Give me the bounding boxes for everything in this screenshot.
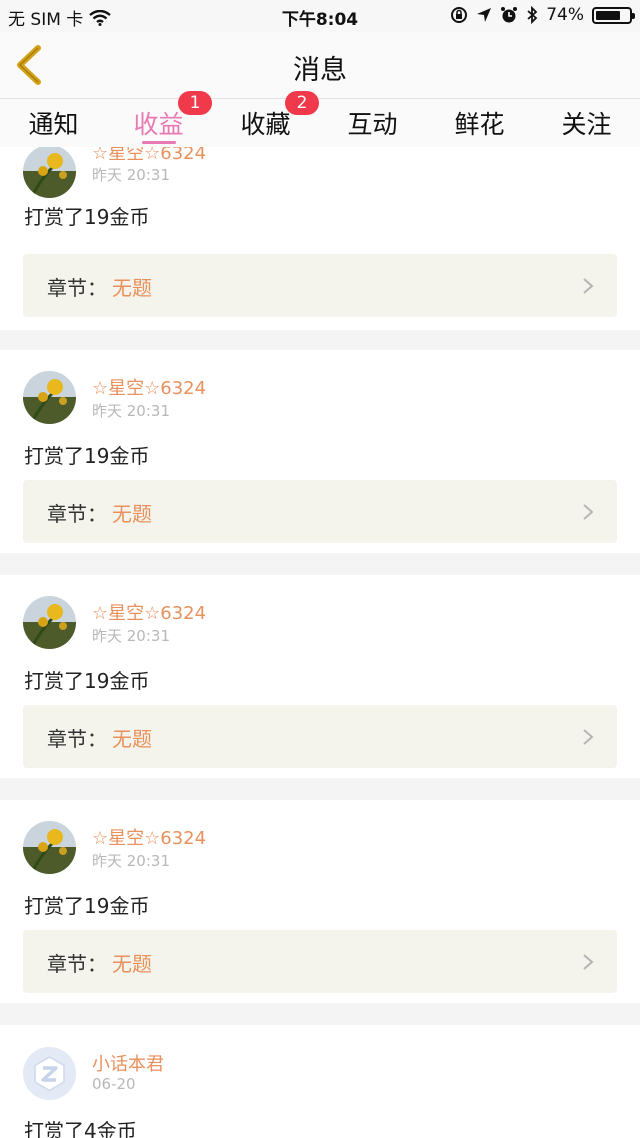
username[interactable]: ☆星空☆6324 bbox=[92, 374, 206, 400]
chevron-right-icon bbox=[583, 278, 594, 294]
flower-avatar-icon bbox=[23, 821, 76, 874]
tab-notifications[interactable]: 通知 bbox=[0, 99, 107, 147]
chapter-title: 无题 bbox=[112, 276, 152, 300]
chapter-title: 无题 bbox=[112, 727, 152, 751]
timestamp: 昨天 20:31 bbox=[92, 402, 170, 420]
unread-badge: 2 bbox=[285, 91, 319, 115]
chapter-link[interactable]: 章节： 无题 bbox=[23, 480, 617, 543]
avatar[interactable] bbox=[23, 147, 76, 198]
unread-badge: 1 bbox=[178, 91, 212, 115]
avatar[interactable] bbox=[23, 1047, 76, 1100]
flower-avatar-icon bbox=[23, 596, 76, 649]
tab-label: 互动 bbox=[347, 110, 398, 139]
message-card: ☆星空☆6324 昨天 20:31 打赏了19金币 章节： 无题 bbox=[0, 800, 640, 1003]
username[interactable]: ☆星空☆6324 bbox=[92, 599, 206, 625]
orientation-lock-icon bbox=[451, 7, 468, 23]
message-text: 打赏了4金币 bbox=[24, 1119, 137, 1138]
timestamp: 昨天 20:31 bbox=[92, 627, 170, 645]
chapter-link[interactable]: 章节： 无题 bbox=[23, 930, 617, 993]
message-text: 打赏了19金币 bbox=[24, 669, 150, 693]
page-title: 消息 bbox=[293, 55, 347, 86]
message-card: ☆星空☆6324 昨天 20:31 打赏了19金币 章节： 无题 bbox=[0, 350, 640, 553]
username[interactable]: 小话本君 bbox=[92, 1050, 164, 1076]
nav-bar: 消息 bbox=[0, 32, 640, 99]
default-avatar-icon bbox=[23, 1047, 76, 1100]
flower-avatar-icon bbox=[23, 371, 76, 424]
chevron-right-icon bbox=[583, 729, 594, 745]
tab-bar: 通知 收益 1 收藏 2 互动 鲜花 关注 bbox=[0, 91, 640, 147]
timestamp: 昨天 20:31 bbox=[92, 166, 170, 184]
alarm-icon bbox=[501, 7, 518, 23]
location-arrow-icon bbox=[477, 8, 492, 22]
message-card: ☆星空☆6324 昨天 20:31 打赏了19金币 章节： 无题 bbox=[0, 575, 640, 778]
avatar[interactable] bbox=[23, 371, 76, 424]
tab-follows[interactable]: 关注 bbox=[533, 99, 640, 147]
tab-label: 通知 bbox=[28, 110, 79, 139]
tab-label: 鲜花 bbox=[454, 110, 505, 139]
chapter-label: 章节： bbox=[47, 727, 107, 751]
timestamp: 昨天 20:31 bbox=[92, 852, 170, 870]
username[interactable]: ☆星空☆6324 bbox=[92, 147, 206, 165]
timestamp: 06-20 bbox=[92, 1075, 136, 1093]
chapter-label: 章节： bbox=[47, 502, 107, 526]
avatar[interactable] bbox=[23, 821, 76, 874]
avatar[interactable] bbox=[23, 596, 76, 649]
tab-label: 关注 bbox=[561, 110, 612, 139]
message-text: 打赏了19金币 bbox=[24, 444, 150, 468]
tab-label: 收益 bbox=[133, 110, 184, 139]
message-card: 小话本君 06-20 打赏了4金币 bbox=[0, 1025, 640, 1138]
tab-interactions[interactable]: 互动 bbox=[319, 99, 426, 147]
chapter-title: 无题 bbox=[112, 502, 152, 526]
message-list[interactable]: ☆星空☆6324 昨天 20:31 打赏了19金币 章节： 无题 ☆星空☆632… bbox=[0, 147, 640, 1138]
message-text: 打赏了19金币 bbox=[24, 205, 150, 229]
battery-percent: 74% bbox=[546, 5, 584, 25]
message-text: 打赏了19金币 bbox=[24, 894, 150, 918]
active-tab-indicator bbox=[141, 141, 176, 144]
chapter-label: 章节： bbox=[47, 952, 107, 976]
bluetooth-icon bbox=[527, 6, 538, 24]
tab-earnings[interactable]: 收益 1 bbox=[105, 91, 212, 147]
chevron-right-icon bbox=[583, 504, 594, 520]
chapter-link[interactable]: 章节： 无题 bbox=[23, 254, 617, 317]
battery-icon bbox=[592, 6, 635, 24]
chapter-label: 章节： bbox=[47, 276, 107, 300]
status-bar: 无 SIM 卡 下午8:04 74% bbox=[0, 0, 640, 32]
chapter-title: 无题 bbox=[112, 952, 152, 976]
tab-favorites[interactable]: 收藏 2 bbox=[212, 91, 319, 147]
chapter-link[interactable]: 章节： 无题 bbox=[23, 705, 617, 768]
tab-label: 收藏 bbox=[240, 110, 291, 139]
flower-avatar-icon bbox=[23, 147, 76, 198]
message-card: ☆星空☆6324 昨天 20:31 打赏了19金币 章节： 无题 bbox=[0, 147, 640, 330]
chevron-right-icon bbox=[583, 954, 594, 970]
tab-flowers[interactable]: 鲜花 bbox=[426, 99, 533, 147]
username[interactable]: ☆星空☆6324 bbox=[92, 824, 206, 850]
